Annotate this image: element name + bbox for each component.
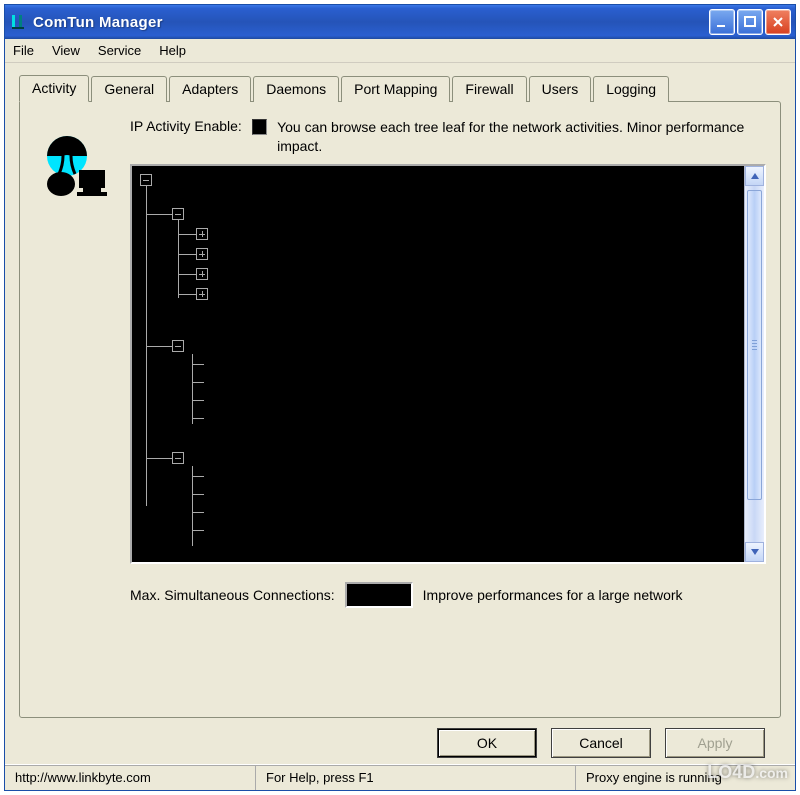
max-connections-row: Max. Simultaneous Connections: Improve p… [130,582,766,608]
activity-tree[interactable] [132,166,744,562]
tab-port-mapping[interactable]: Port Mapping [341,76,450,102]
tree-line [178,294,196,295]
tree-node[interactable] [172,340,184,352]
dialog-buttons: OK Cancel Apply [19,718,781,758]
max-connections-label: Max. Simultaneous Connections: [130,587,335,603]
status-engine: Proxy engine is running [575,765,795,790]
tree-line [192,466,193,546]
enable-checkbox[interactable] [252,119,267,135]
network-globe-icon [34,118,118,705]
scroll-track[interactable] [745,186,764,542]
tree-line [146,458,172,459]
tree-line [192,512,204,513]
scroll-up-button[interactable] [745,166,764,186]
window-title: ComTun Manager [33,14,709,31]
status-help: For Help, press F1 [255,765,575,790]
menu-help[interactable]: Help [159,43,186,58]
tree-line [146,214,172,215]
tab-panel-activity: IP Activity Enable: You can browse each … [19,101,781,718]
tab-daemons[interactable]: Daemons [253,76,339,102]
app-window: ComTun Manager File View Service Help Ac… [4,4,796,791]
tree-line [178,234,196,235]
max-connections-description: Improve performances for a large network [423,586,683,604]
tab-adapters[interactable]: Adapters [169,76,251,102]
titlebar[interactable]: ComTun Manager [5,5,795,39]
tree-line [192,418,204,419]
tree-line [192,530,204,531]
tree-line [192,382,204,383]
client-area: Activity General Adapters Daemons Port M… [5,63,795,764]
tree-line [178,274,196,275]
tree-line [178,220,179,298]
maximize-button[interactable] [737,9,763,35]
tree-node[interactable] [196,288,208,300]
tab-general[interactable]: General [91,76,167,102]
tree-node[interactable] [172,208,184,220]
tree-node[interactable] [196,248,208,260]
menubar: File View Service Help [5,39,795,63]
tree-line [192,400,204,401]
tree-line [192,364,204,365]
tab-logging[interactable]: Logging [593,76,669,102]
tree-node[interactable] [196,228,208,240]
tree-line [146,346,172,347]
enable-label: IP Activity Enable: [130,118,242,134]
tree-line [192,494,204,495]
enable-row: IP Activity Enable: You can browse each … [130,118,766,156]
tree-line [192,476,204,477]
cancel-button[interactable]: Cancel [551,728,651,758]
tree-node[interactable] [196,268,208,280]
activity-main: IP Activity Enable: You can browse each … [130,118,766,705]
ok-button[interactable]: OK [437,728,537,758]
minimize-button[interactable] [709,9,735,35]
statusbar: http://www.linkbyte.com For Help, press … [5,764,795,790]
tree-scrollbar[interactable] [744,166,764,562]
window-buttons [709,9,791,35]
menu-service[interactable]: Service [98,43,141,58]
apply-button[interactable]: Apply [665,728,765,758]
tree-node[interactable] [172,452,184,464]
scroll-down-button[interactable] [745,542,764,562]
status-url: http://www.linkbyte.com [5,765,255,790]
tabstrip: Activity General Adapters Daemons Port M… [19,73,781,101]
max-connections-input[interactable] [345,582,413,608]
close-button[interactable] [765,9,791,35]
enable-description: You can browse each tree leaf for the ne… [277,118,766,156]
menu-file[interactable]: File [13,43,34,58]
tree-node[interactable] [140,174,152,186]
scroll-thumb[interactable] [747,190,762,500]
activity-tree-wrapper [130,164,766,564]
tab-users[interactable]: Users [529,76,592,102]
tab-activity[interactable]: Activity [19,75,89,102]
menu-view[interactable]: View [52,43,80,58]
tab-firewall[interactable]: Firewall [452,76,526,102]
app-icon [9,13,27,31]
tree-line [178,254,196,255]
